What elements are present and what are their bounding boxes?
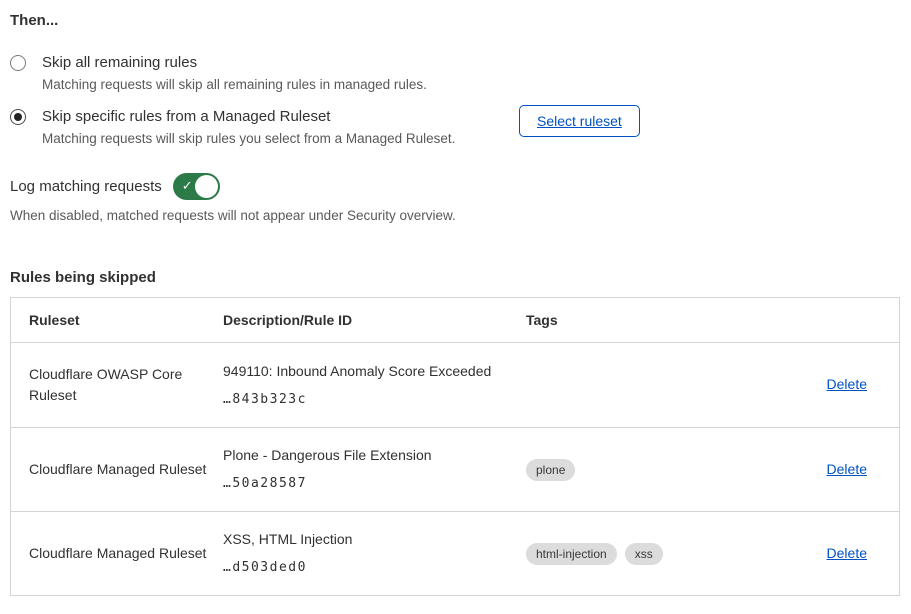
option-skip-all-rules: Skip all remaining rules Matching reques…	[10, 53, 901, 93]
ruleset-name: Cloudflare OWASP Core Ruleset	[11, 364, 223, 406]
option-skip-all-description: Matching requests will skip all remainin…	[42, 76, 427, 93]
option-skip-specific-rules: Skip specific rules from a Managed Rules…	[10, 107, 901, 147]
tag-badge: html-injection	[526, 543, 617, 565]
delete-rule-link[interactable]: Delete	[827, 376, 867, 392]
rule-id: …843b323c	[223, 392, 514, 408]
log-matching-requests-toggle[interactable]: ✓	[173, 173, 220, 200]
select-ruleset-button[interactable]: Select ruleset	[519, 105, 640, 137]
waf-rule-action-panel: Then... Skip all remaining rules Matchin…	[0, 0, 911, 596]
log-matching-requests-section: Log matching requests ✓ When disabled, m…	[10, 173, 901, 224]
toggle-knob	[195, 175, 218, 198]
radio-button-skip-all[interactable]	[10, 55, 26, 71]
table-row: Cloudflare OWASP Core Ruleset 949110: In…	[11, 343, 899, 427]
delete-rule-link[interactable]: Delete	[827, 545, 867, 561]
tags-cell: html-injection xss	[526, 543, 759, 565]
column-header-tags: Tags	[526, 312, 759, 328]
delete-rule-link[interactable]: Delete	[827, 461, 867, 477]
tag-badge: plone	[526, 459, 575, 481]
check-icon: ✓	[182, 178, 193, 194]
tags-cell: plone	[526, 459, 759, 481]
option-skip-specific-description: Matching requests will skip rules you se…	[42, 130, 455, 147]
then-heading: Then...	[10, 13, 901, 29]
table-row: Cloudflare Managed Ruleset XSS, HTML Inj…	[11, 511, 899, 595]
rule-id: …50a28587	[223, 476, 514, 492]
tag-badge: xss	[625, 543, 663, 565]
column-header-ruleset: Ruleset	[11, 310, 223, 331]
log-matching-requests-description: When disabled, matched requests will not…	[10, 207, 901, 224]
ruleset-name: Cloudflare Managed Ruleset	[11, 543, 223, 564]
table-row: Cloudflare Managed Ruleset Plone - Dange…	[11, 427, 899, 511]
ruleset-name: Cloudflare Managed Ruleset	[11, 459, 223, 480]
log-matching-requests-label: Log matching requests	[10, 177, 162, 196]
option-skip-all-label[interactable]: Skip all remaining rules	[42, 53, 427, 72]
radio-button-skip-specific[interactable]	[10, 109, 26, 125]
option-skip-specific-label[interactable]: Skip specific rules from a Managed Rules…	[42, 107, 455, 126]
rule-id: …d503ded0	[223, 560, 514, 576]
table-header-row: Ruleset Description/Rule ID Tags	[11, 298, 899, 343]
rules-being-skipped-table: Ruleset Description/Rule ID Tags Cloudfl…	[10, 297, 900, 596]
rules-being-skipped-heading: Rules being skipped	[10, 270, 901, 286]
column-header-description: Description/Rule ID	[223, 312, 526, 328]
rule-description: XSS, HTML Injection	[223, 531, 514, 547]
rule-description: Plone - Dangerous File Extension	[223, 447, 514, 463]
rule-description: 949110: Inbound Anomaly Score Exceeded	[223, 363, 514, 379]
